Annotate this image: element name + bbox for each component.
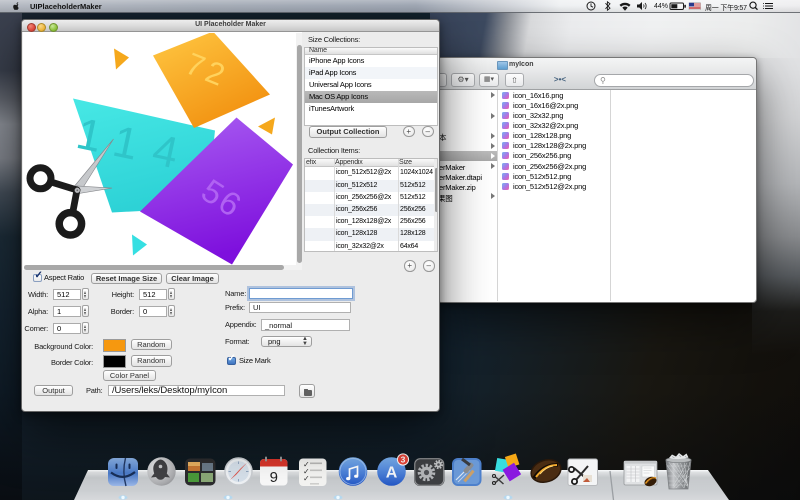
svg-text:A: A [386,465,398,482]
svg-text:9: 9 [270,469,278,486]
svg-text:✓: ✓ [303,474,310,483]
svg-text:3: 3 [401,455,406,465]
